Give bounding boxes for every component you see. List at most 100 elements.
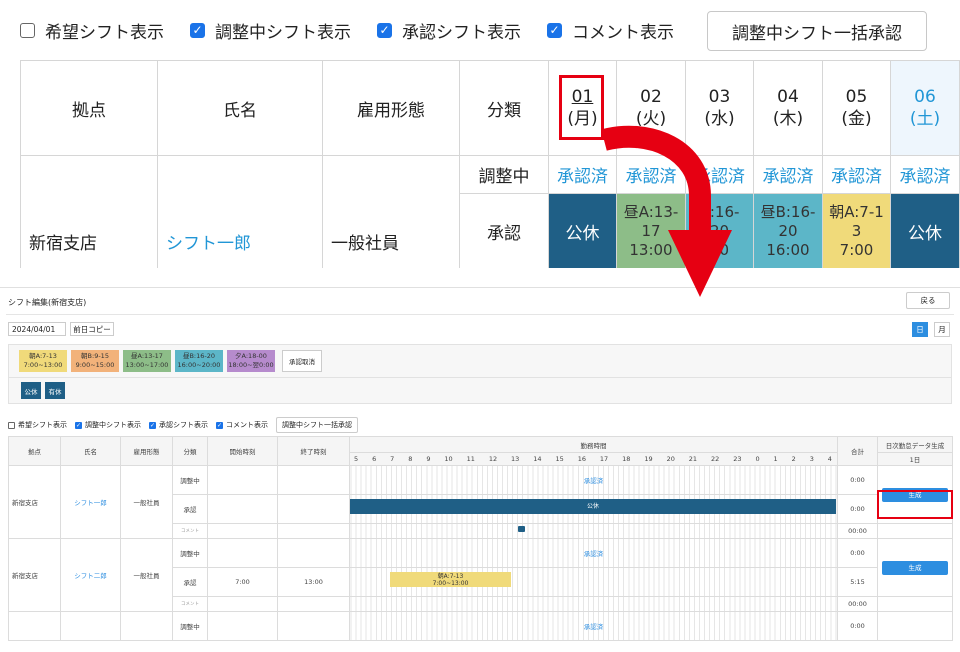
- pattern-morning-a[interactable]: 朝A:7-13 7:00~13:00: [19, 350, 67, 372]
- date-input[interactable]: 2024/04/01: [8, 322, 66, 336]
- holiday-public-button[interactable]: 公休: [21, 382, 41, 399]
- editor-option-wish[interactable]: 希望シフト表示: [8, 420, 67, 430]
- emp1-name-link[interactable]: シフト一郎: [60, 465, 121, 539]
- editor-checkbox-wish[interactable]: [8, 421, 15, 429]
- back-button[interactable]: 戻る: [906, 292, 950, 309]
- day-header-06[interactable]: 06 (土): [890, 60, 960, 156]
- emp2-adj-timeline[interactable]: 承認済: [349, 538, 838, 568]
- shift-cell-03[interactable]: B:16- 20 00: [685, 193, 754, 268]
- emp1-adj-start[interactable]: [207, 465, 278, 495]
- hour-label: 1: [773, 455, 778, 463]
- hour-label: 13: [511, 455, 520, 463]
- editor-option-comment[interactable]: コメント表示: [216, 420, 268, 430]
- day-header-04[interactable]: 04 (木): [753, 60, 823, 156]
- hour-label: 9: [426, 455, 431, 463]
- bulk-approve-button[interactable]: 調整中シフト一括承認: [707, 11, 927, 51]
- col-work-hours: 勤務時間: [349, 436, 838, 453]
- shift-cell-06[interactable]: 公休: [890, 193, 960, 268]
- editor-option-approved[interactable]: 承認シフト表示: [149, 420, 208, 430]
- cancel-approval-button[interactable]: 承認取消: [282, 350, 322, 372]
- hour-label: 18: [622, 455, 631, 463]
- editor-checkbox-comment[interactable]: [216, 421, 223, 429]
- col-category: 分類: [172, 436, 208, 466]
- checkbox-wish-shift[interactable]: [20, 22, 35, 38]
- view-month-button[interactable]: 月: [934, 322, 950, 337]
- hour-label: 3: [809, 455, 814, 463]
- shift-edit-screen: シフト編集(新宿支店) 戻る 2024/04/01 前日コピー 日 月 朝A:7…: [0, 287, 960, 652]
- col-total: 合計: [837, 436, 878, 466]
- comment-icon[interactable]: [518, 526, 525, 532]
- status-approved-02[interactable]: 承認済: [616, 155, 686, 194]
- emp2-shift-bar[interactable]: 朝A:7-13 7:00~13:00: [390, 572, 511, 587]
- emp2-app-start[interactable]: 7:00: [207, 567, 278, 597]
- shift-cell-05[interactable]: 朝A:7-1 3 7:00: [822, 193, 891, 268]
- option-approved-shift[interactable]: 承認シフト表示: [377, 18, 521, 43]
- editor-option-adjusting[interactable]: 調整中シフト表示: [75, 420, 141, 430]
- day-header-05[interactable]: 05 (金): [822, 60, 891, 156]
- emp1-app-timeline[interactable]: 公休: [349, 494, 838, 524]
- col-daily-gen: 日次勤怠データ生成: [877, 436, 953, 453]
- col-daily-sub: 1日: [877, 452, 953, 466]
- header-category: 分類: [459, 60, 549, 156]
- emp1-cmt-timeline[interactable]: [349, 523, 838, 539]
- col-name: 氏名: [60, 436, 121, 466]
- option-comment[interactable]: コメント表示: [547, 18, 674, 43]
- option-wish-shift[interactable]: 希望シフト表示: [20, 18, 164, 43]
- row-employment: 一般社員: [322, 155, 460, 268]
- editor-checkbox-adjusting[interactable]: [75, 421, 82, 429]
- shift-cell-04[interactable]: 昼B:16- 20 16:00: [753, 193, 823, 268]
- emp2-app-timeline[interactable]: 朝A:7-13 7:00~13:00: [349, 567, 838, 597]
- checkbox-comment[interactable]: [547, 22, 562, 38]
- status-approved-03[interactable]: 承認済: [685, 155, 754, 194]
- shift-cell-02[interactable]: 昼A:13- 17 13:00: [616, 193, 686, 268]
- emp2-name-link[interactable]: シフト二郎: [60, 538, 121, 612]
- emp2-app-end[interactable]: 13:00: [277, 567, 350, 597]
- emp1-holiday-bar[interactable]: 公休: [350, 499, 836, 514]
- emp2-cmt-timeline[interactable]: [349, 596, 838, 612]
- hour-label: 2: [791, 455, 796, 463]
- hour-label: 7: [390, 455, 395, 463]
- day-header-03[interactable]: 03 (水): [685, 60, 754, 156]
- hour-label: 20: [666, 455, 675, 463]
- emp2-cat-adjusting: 調整中: [172, 538, 208, 568]
- emp1-adj-timeline[interactable]: 承認済: [349, 465, 838, 495]
- holiday-palette: 公休 有休: [8, 378, 952, 404]
- emp1-cat-adjusting: 調整中: [172, 465, 208, 495]
- emp2-adj-start[interactable]: [207, 538, 278, 568]
- status-approved-04[interactable]: 承認済: [753, 155, 823, 194]
- emp3-adj-end[interactable]: [277, 611, 350, 641]
- hour-label: 23: [733, 455, 742, 463]
- shift-cell-01[interactable]: 公休: [548, 193, 617, 268]
- copy-previous-day-button[interactable]: 前日コピー: [70, 322, 114, 336]
- emp2-generate-button[interactable]: 生成: [882, 560, 948, 575]
- pattern-day-a[interactable]: 昼A:13-17 13:00~17:00: [123, 350, 171, 372]
- emp2-adj-end[interactable]: [277, 538, 350, 568]
- emp2-adj-total: 0:00: [837, 538, 878, 568]
- hour-ruler: 5 6 7 8 9 10 11 12 13 14 15 16 17 18 19 20 21 22 23 0 1 2 3 4: [349, 452, 838, 466]
- emp1-app-start[interactable]: [207, 494, 278, 524]
- employee-name-link[interactable]: シフト一郎: [157, 155, 323, 268]
- status-approved-01[interactable]: 承認済: [548, 155, 617, 194]
- emp3-adj-timeline[interactable]: 承認済: [349, 611, 838, 641]
- checkbox-approved-shift[interactable]: [377, 22, 392, 38]
- emp1-app-end[interactable]: [277, 494, 350, 524]
- editor-checkbox-approved[interactable]: [149, 421, 156, 429]
- pattern-morning-b[interactable]: 朝B:9-15 9:00~15:00: [71, 350, 119, 372]
- holiday-paid-button[interactable]: 有休: [45, 382, 65, 399]
- day-header-02[interactable]: 02 (火): [616, 60, 686, 156]
- checkbox-adjusting-shift[interactable]: [190, 22, 205, 38]
- status-approved-06[interactable]: 承認済: [890, 155, 960, 194]
- highlight-day-01: [559, 75, 604, 140]
- emp1-adj-end[interactable]: [277, 465, 350, 495]
- pattern-day-b[interactable]: 昼B:16-20 16:00~20:00: [175, 350, 223, 372]
- view-day-button[interactable]: 日: [912, 322, 928, 337]
- emp2-cmt-gen: [877, 596, 953, 612]
- hour-label: 6: [372, 455, 377, 463]
- status-approved-05[interactable]: 承認済: [822, 155, 891, 194]
- emp3-adj-start[interactable]: [207, 611, 278, 641]
- option-adjusting-shift[interactable]: 調整中シフト表示: [190, 18, 351, 43]
- header-employment: 雇用形態: [322, 60, 460, 156]
- emp1-cmt-total: 00:00: [837, 523, 878, 539]
- editor-bulk-approve-button[interactable]: 調整中シフト一括承認: [276, 417, 358, 433]
- pattern-evening-a[interactable]: 夕A:18-00 18:00~翌0:00: [227, 350, 275, 372]
